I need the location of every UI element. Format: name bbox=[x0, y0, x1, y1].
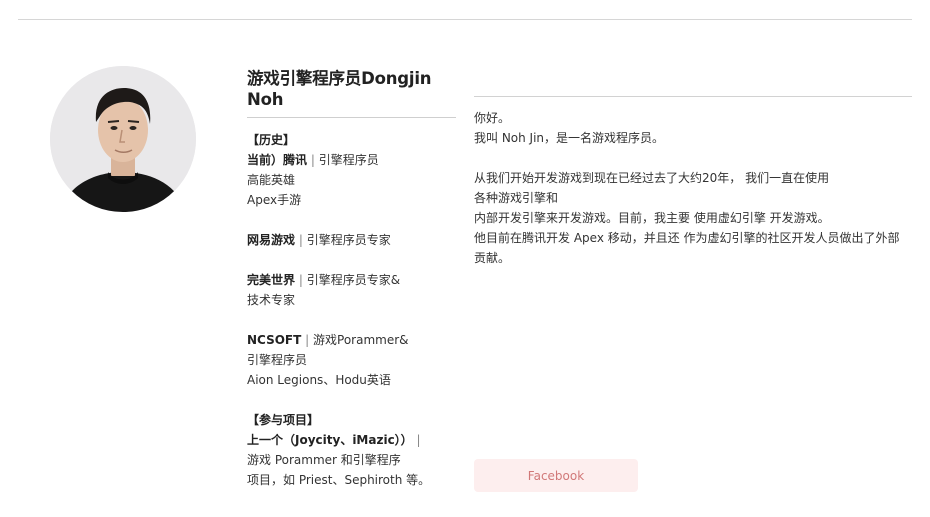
perfect-world-role-2: 技术专家 bbox=[247, 293, 296, 307]
bio-section: 你好。 我叫 Noh Jin，是一名游戏程序员。 从我们开始开发游戏到现在已经过… bbox=[474, 108, 914, 268]
projects-line-3: 项目，如 Priest、Sephiroth 等。 bbox=[247, 473, 431, 487]
name-divider bbox=[247, 117, 456, 118]
perfect-world-role: 引擎程序员专家& bbox=[306, 273, 401, 287]
ncsoft-role-2: 引擎程序员 bbox=[247, 353, 308, 367]
top-divider bbox=[18, 19, 912, 20]
facebook-button[interactable]: Facebook bbox=[474, 459, 638, 492]
bio-paragraph-line-3: 内部开发引擎来开发游戏。目前，我主要 使用虚幻引擎 开发游戏。 bbox=[474, 211, 830, 225]
tencent-project-2: Apex手游 bbox=[247, 193, 302, 207]
bio-greeting: 你好。 bbox=[474, 111, 511, 125]
tencent-label: 当前）腾讯 bbox=[247, 153, 308, 167]
projects-heading: 【参与项目】 bbox=[247, 413, 320, 427]
projects-line-2: 游戏 Porammer 和引擎程序 bbox=[247, 453, 401, 467]
netease-label: 网易游戏 bbox=[247, 233, 296, 247]
ncsoft-label: NCSOFT bbox=[247, 333, 302, 347]
bio-paragraph-line-1: 从我们开始开发游戏到现在已经过去了大约20年， 我们一直在使用 bbox=[474, 171, 830, 185]
bio-intro: 我叫 Noh Jin，是一名游戏程序员。 bbox=[474, 131, 665, 145]
bio-paragraph-line-4: 他目前在腾讯开发 Apex 移动，并且还 作为虚幻引擎的社区开发人员做出了外部 bbox=[474, 231, 900, 245]
history-netease: 网易游戏 | 引擎程序员专家 bbox=[247, 230, 459, 250]
history-tencent: 当前）腾讯 | 引擎程序员 bbox=[247, 150, 459, 170]
projects-previous: 上一个（Joycity、iMazic）） | bbox=[247, 430, 459, 450]
previous-companies: 上一个（Joycity、iMazic）） bbox=[247, 433, 413, 447]
separator: | bbox=[298, 233, 303, 247]
avatar bbox=[50, 66, 196, 212]
separator: | bbox=[310, 153, 315, 167]
history-perfect-world: 完美世界 | 引擎程序员专家& bbox=[247, 270, 459, 290]
perfect-world-label: 完美世界 bbox=[247, 273, 296, 287]
history-ncsoft: NCSOFT | 游戏Porammer& bbox=[247, 330, 459, 350]
tencent-role: 引擎程序员 bbox=[318, 153, 379, 167]
profile-page: 游戏引擎程序员Dongjin Noh 【历史】 当前）腾讯 | 引擎程序员 高能… bbox=[0, 0, 930, 517]
netease-role: 引擎程序员专家 bbox=[306, 233, 391, 247]
separator: | bbox=[416, 433, 421, 447]
profile-column: 游戏引擎程序员Dongjin Noh 【历史】 当前）腾讯 | 引擎程序员 高能… bbox=[247, 68, 459, 490]
separator: | bbox=[305, 333, 310, 347]
profile-name: 游戏引擎程序员Dongjin Noh bbox=[247, 69, 432, 109]
history-section: 【历史】 当前）腾讯 | 引擎程序员 高能英雄 Apex手游 网易游戏 | 引擎… bbox=[247, 130, 459, 490]
history-heading: 【历史】 bbox=[247, 133, 296, 147]
ncsoft-projects: Aion Legions、Hodu英语 bbox=[247, 373, 391, 387]
separator: | bbox=[298, 273, 303, 287]
ncsoft-role: 游戏Porammer& bbox=[313, 333, 409, 347]
bio-paragraph-line-5: 贡献。 bbox=[474, 251, 511, 265]
bio-paragraph-line-2: 各种游戏引擎和 bbox=[474, 191, 559, 205]
tencent-project-1: 高能英雄 bbox=[247, 173, 296, 187]
bio-divider bbox=[474, 96, 912, 97]
